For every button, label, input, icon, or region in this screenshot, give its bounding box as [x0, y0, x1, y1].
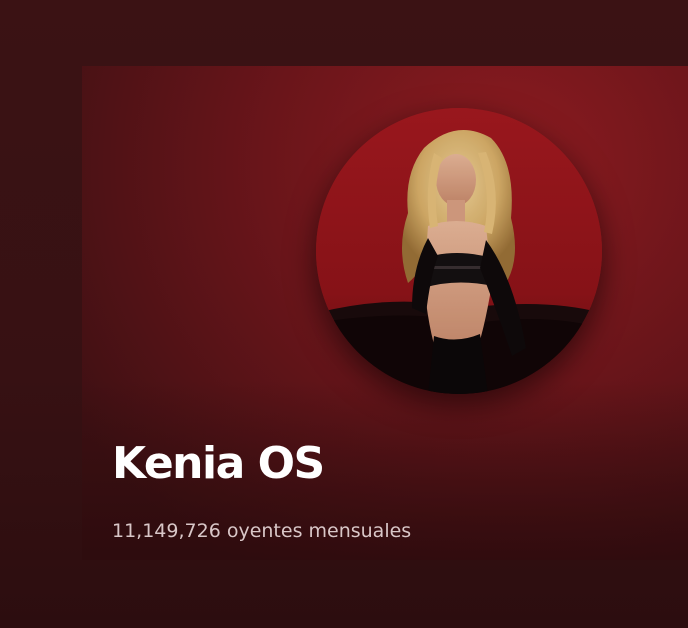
page-background: Kenia OS 11,149,726 oyentes mensuales [0, 0, 688, 628]
artist-avatar[interactable] [316, 108, 602, 394]
monthly-listeners: 11,149,726 oyentes mensuales [112, 520, 412, 542]
artist-name: Kenia OS [112, 438, 325, 489]
artist-photo [316, 108, 602, 394]
artist-header: Kenia OS 11,149,726 oyentes mensuales [82, 66, 688, 560]
